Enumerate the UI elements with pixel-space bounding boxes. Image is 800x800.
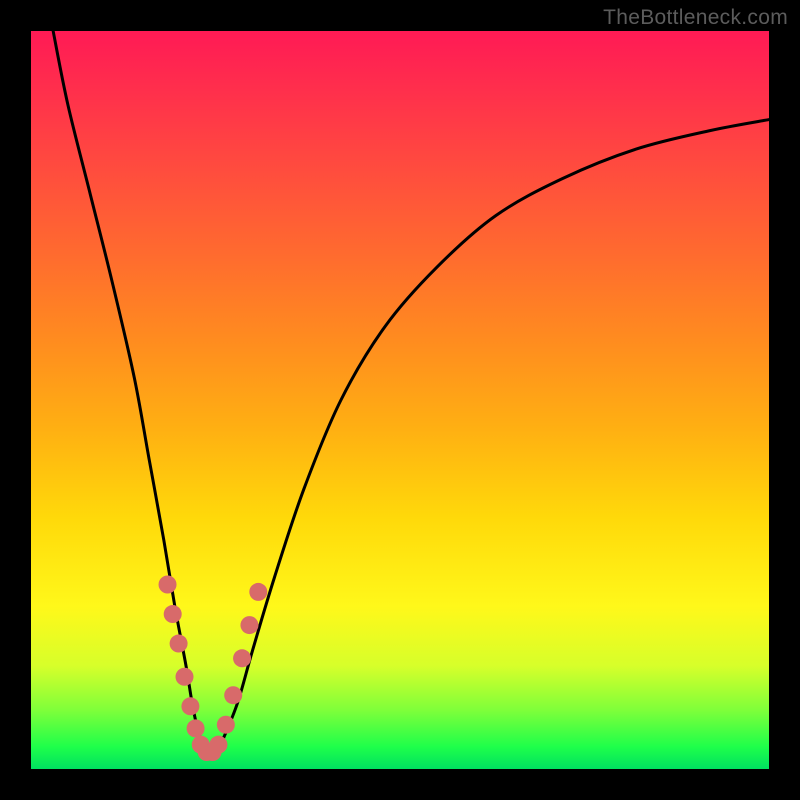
marker-point: [224, 686, 242, 704]
watermark-text: TheBottleneck.com: [603, 6, 788, 30]
chart-frame: TheBottleneck.com: [0, 0, 800, 800]
bottleneck-curve: [53, 31, 769, 756]
marker-point: [176, 668, 194, 686]
marker-point: [187, 719, 205, 737]
marker-point: [209, 736, 227, 754]
marker-point: [170, 635, 188, 653]
plot-area: [31, 31, 769, 769]
bottleneck-curve-svg: [31, 31, 769, 769]
marker-point: [164, 605, 182, 623]
marker-point: [181, 697, 199, 715]
marker-point: [233, 649, 251, 667]
marker-point: [217, 716, 235, 734]
marker-point: [249, 583, 267, 601]
marker-point: [240, 616, 258, 634]
marker-point: [159, 576, 177, 594]
